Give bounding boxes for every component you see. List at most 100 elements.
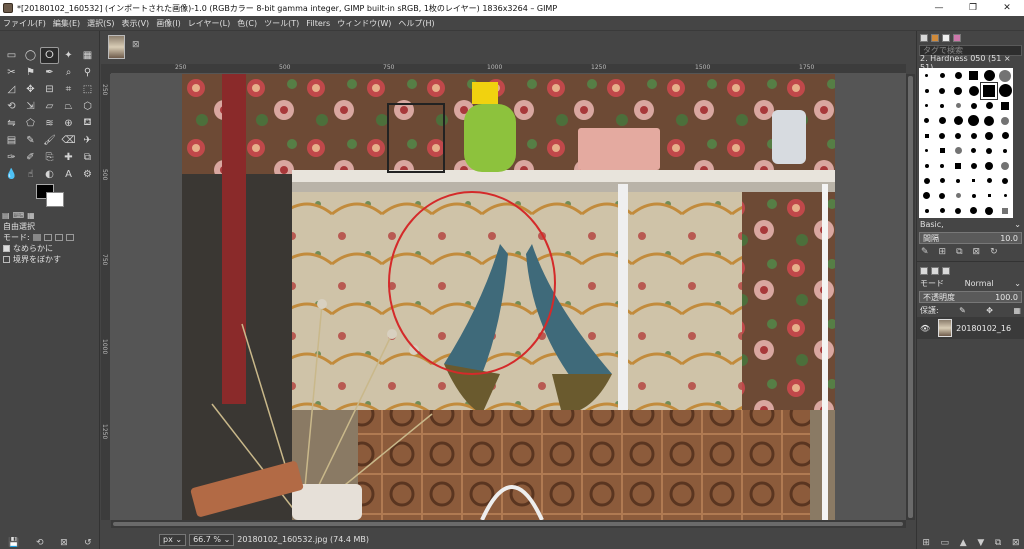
- paintbrush-icon[interactable]: 🖌: [40, 132, 59, 149]
- feather-option[interactable]: 境界をぼかす: [0, 254, 100, 265]
- brush-preview[interactable]: [924, 88, 929, 93]
- brush-preview[interactable]: [986, 147, 993, 154]
- ellipse-select-icon[interactable]: ◯: [21, 47, 40, 64]
- brush-preview[interactable]: [939, 208, 945, 213]
- new-group-icon[interactable]: ▭: [941, 538, 950, 548]
- gradients-tab-icon[interactable]: [953, 33, 961, 42]
- 3d-transform-icon[interactable]: ⬡: [78, 98, 97, 115]
- layer-mode-value[interactable]: Normal: [965, 279, 994, 288]
- delete-options-icon[interactable]: ⊠: [60, 538, 68, 548]
- select-by-color-icon[interactable]: ▦: [78, 47, 97, 64]
- brush-preview[interactable]: [1001, 101, 1010, 110]
- brush-preview[interactable]: [1001, 132, 1009, 139]
- color-picker-icon[interactable]: ⌕: [59, 64, 78, 81]
- maximize-button[interactable]: ❐: [956, 0, 990, 16]
- brush-preview[interactable]: [954, 147, 962, 154]
- brush-preview[interactable]: [970, 132, 977, 139]
- brush-preview[interactable]: [925, 104, 929, 107]
- brush-preview[interactable]: [939, 192, 946, 199]
- brush-preview[interactable]: [940, 103, 945, 108]
- brush-preview[interactable]: [985, 206, 994, 215]
- brush-preview[interactable]: [924, 163, 929, 168]
- background-color[interactable]: [46, 192, 64, 207]
- menu-edit[interactable]: 編集(E): [53, 18, 80, 29]
- blur-icon[interactable]: 💧: [2, 166, 21, 183]
- brush-preview[interactable]: [923, 177, 930, 184]
- mode-add-icon[interactable]: [43, 234, 52, 241]
- gegl-icon[interactable]: ⚙: [78, 166, 97, 183]
- reset-options-icon[interactable]: ↺: [84, 538, 92, 548]
- new-brush-icon[interactable]: ⊞: [939, 247, 947, 257]
- brush-preview[interactable]: [984, 115, 995, 126]
- brush-preview[interactable]: [956, 178, 961, 183]
- brush-preview[interactable]: [939, 87, 946, 94]
- horizontal-ruler[interactable]: 250 500 750 1000 1250 1500 1750: [111, 64, 906, 74]
- menu-view[interactable]: 表示(V): [121, 18, 149, 29]
- image-tab-close-icon[interactable]: ⊠: [132, 40, 140, 50]
- layer-mode-row[interactable]: モード Normal ⌄: [917, 277, 1024, 290]
- scale-icon[interactable]: ⇲: [21, 98, 40, 115]
- delete-brush-icon[interactable]: ⊠: [973, 247, 981, 257]
- save-options-icon[interactable]: 💾: [8, 538, 19, 548]
- foreground-select-icon[interactable]: ⚑: [21, 64, 40, 81]
- unified-transform-icon[interactable]: ⬚: [78, 81, 97, 98]
- flip-icon[interactable]: ⇋: [2, 115, 21, 132]
- warp-icon[interactable]: ≋: [40, 115, 59, 132]
- brush-preview[interactable]: [968, 115, 980, 126]
- brush-preview[interactable]: [970, 207, 978, 214]
- text-icon[interactable]: A: [59, 166, 78, 183]
- gradient-icon[interactable]: ▤: [2, 132, 21, 149]
- fonts-tab-icon[interactable]: [942, 33, 950, 42]
- smudge-icon[interactable]: ☝: [21, 166, 40, 183]
- lock-alpha-icon[interactable]: ▦: [1013, 306, 1021, 315]
- close-button[interactable]: ✕: [990, 0, 1024, 16]
- shear-icon[interactable]: ▱: [40, 98, 59, 115]
- brush-preview[interactable]: [983, 70, 995, 81]
- fuzzy-select-icon[interactable]: ✦: [59, 47, 78, 64]
- brush-preview[interactable]: [925, 74, 929, 77]
- dodge-burn-icon[interactable]: ◐: [40, 166, 59, 183]
- measure-icon[interactable]: ◿: [2, 81, 21, 98]
- brush-preview[interactable]: [939, 148, 945, 153]
- brush-preview[interactable]: [925, 149, 929, 152]
- channels-tab-icon[interactable]: [931, 266, 939, 275]
- brush-preview[interactable]: [939, 73, 945, 78]
- brush-preview[interactable]: [953, 116, 963, 125]
- brush-preview[interactable]: [972, 179, 976, 182]
- brush-preview[interactable]: [968, 85, 979, 96]
- refresh-brush-icon[interactable]: ↻: [990, 247, 998, 257]
- eraser-icon[interactable]: ⌫: [59, 132, 78, 149]
- unit-select[interactable]: px ⌄: [159, 533, 187, 546]
- brush-preview[interactable]: [980, 81, 999, 100]
- bucket-fill-icon[interactable]: ⛾: [78, 115, 97, 132]
- brush-preview[interactable]: [985, 102, 993, 109]
- chevron-down-icon[interactable]: ⌄: [1014, 220, 1021, 229]
- brush-preview[interactable]: [923, 192, 931, 199]
- crop-icon[interactable]: ⌗: [59, 81, 78, 98]
- device-status-tab-icon[interactable]: ⌨: [13, 211, 25, 221]
- raise-layer-icon[interactable]: ▲: [960, 538, 967, 548]
- menu-file[interactable]: ファイル(F): [3, 18, 46, 29]
- brush-preview[interactable]: [924, 208, 929, 213]
- menu-tools[interactable]: ツール(T): [264, 18, 299, 29]
- lasso-select-icon[interactable]: ⵔ: [40, 47, 59, 64]
- brush-preview[interactable]: [1002, 207, 1009, 214]
- brush-preview[interactable]: [971, 193, 976, 198]
- patterns-tab-icon[interactable]: [931, 33, 939, 42]
- brush-preview[interactable]: [969, 71, 979, 80]
- brush-preview[interactable]: [970, 102, 977, 109]
- layer-name[interactable]: 20180102_16: [956, 324, 1011, 333]
- brush-preview[interactable]: [1003, 194, 1007, 197]
- ruler-corner[interactable]: [101, 64, 111, 74]
- canvas-area[interactable]: [111, 74, 906, 520]
- mode-subtract-icon[interactable]: [54, 234, 63, 241]
- brush-preview[interactable]: [938, 117, 946, 124]
- fg-bg-colors[interactable]: [36, 184, 66, 208]
- lock-pixels-icon[interactable]: ✎: [959, 306, 966, 315]
- perspective-icon[interactable]: ⏢: [59, 98, 78, 115]
- chevron-down-icon[interactable]: ⌄: [1014, 279, 1021, 288]
- airbrush-icon[interactable]: ✈: [78, 132, 97, 149]
- rect-select-icon[interactable]: ▭: [2, 47, 21, 64]
- brush-preview[interactable]: [985, 131, 994, 140]
- mypaint-brush-icon[interactable]: ✐: [21, 149, 40, 166]
